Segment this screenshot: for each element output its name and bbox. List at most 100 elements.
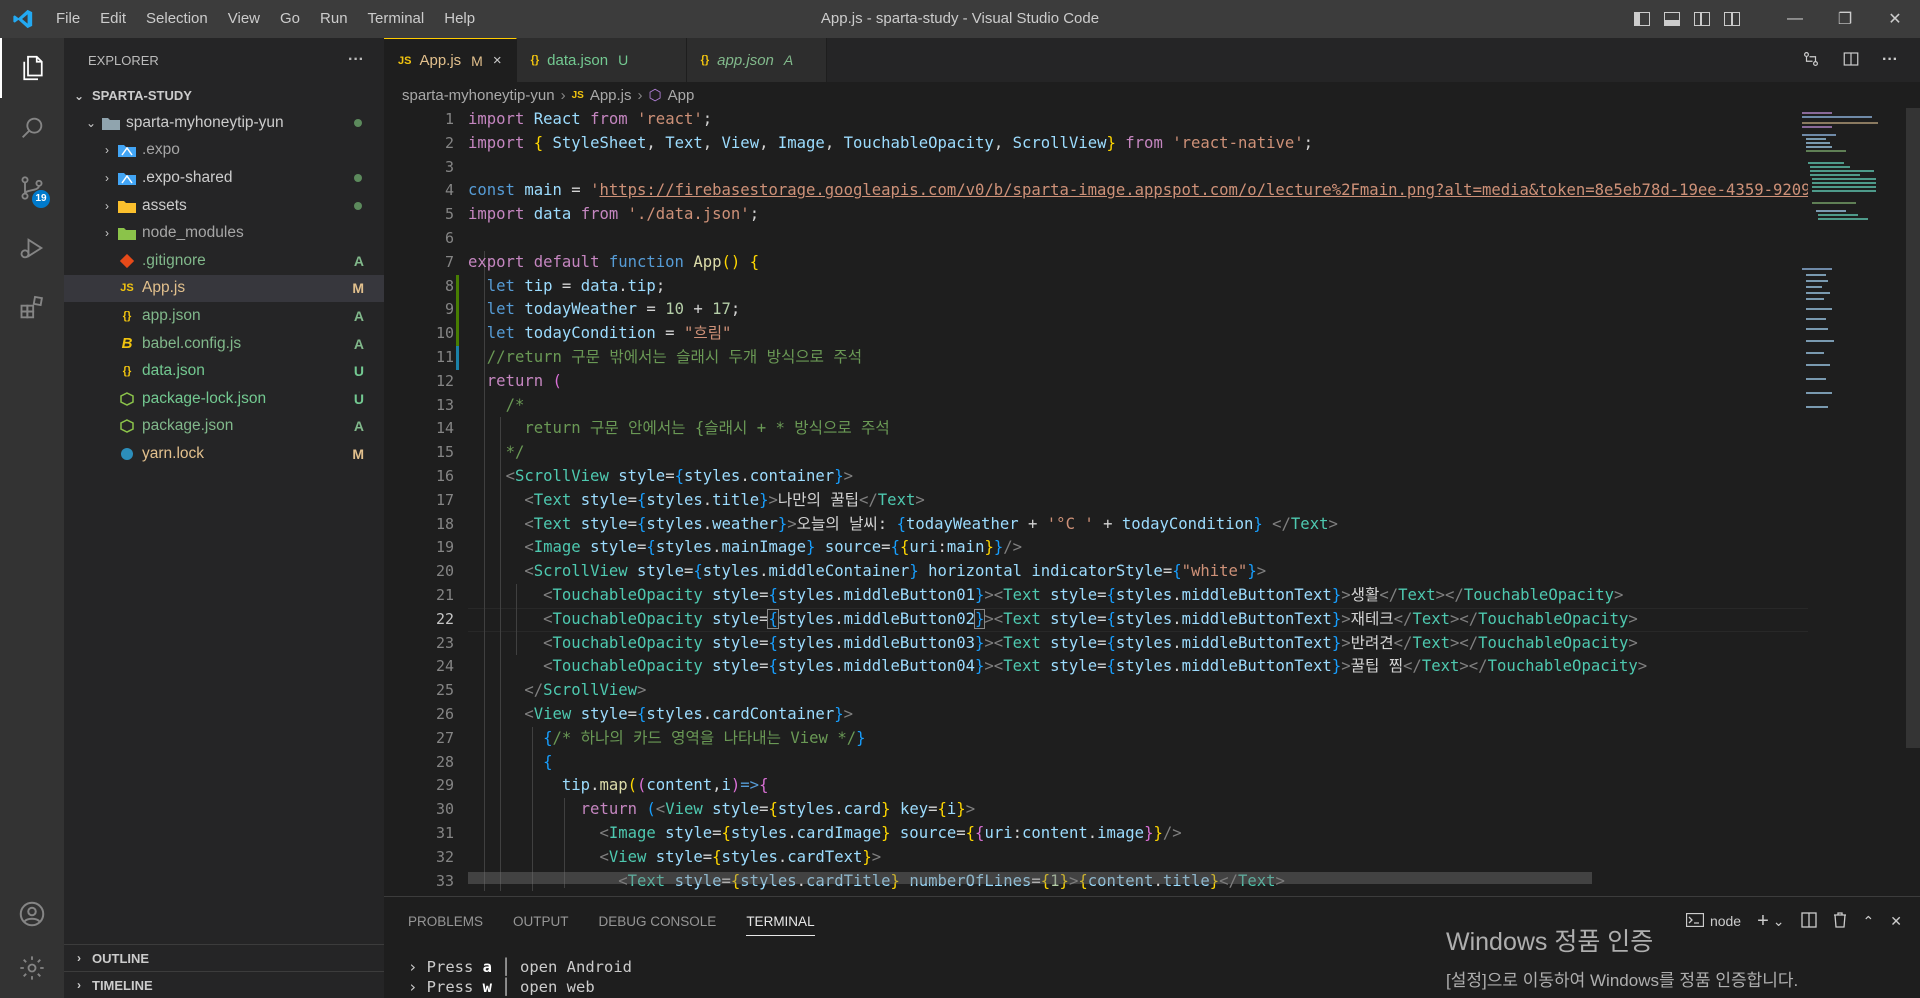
line-number: 28	[435, 752, 454, 771]
tree-item-selected[interactable]: JS App.js M	[64, 274, 384, 303]
code-line: <ScrollView style={styles.container}>	[505, 467, 853, 485]
toggle-panel-icon[interactable]	[1664, 12, 1680, 26]
tree-folder-root[interactable]: ⌄ sparta-myhoneytip-yun	[64, 109, 384, 137]
tree-item[interactable]: B babel.config.js A	[64, 330, 384, 358]
tree-item[interactable]: package.json A	[64, 413, 384, 441]
toggle-secondary-sidebar-icon[interactable]	[1694, 12, 1710, 26]
toggle-primary-sidebar-icon[interactable]	[1634, 12, 1650, 26]
code-line: let tip = data.tip;	[486, 276, 666, 295]
menu-selection[interactable]: Selection	[136, 0, 218, 38]
tree-item[interactable]: package-lock.json U	[64, 385, 384, 413]
vertical-scroll-thumb[interactable]	[1906, 108, 1920, 748]
code-content[interactable]: import React from 'react'; import { Styl…	[468, 108, 1808, 896]
line-number: 1	[444, 110, 454, 128]
folder-open-icon	[102, 114, 120, 132]
code-line: {/* 하나의 카드 영역을 나타내는 View */}	[543, 728, 866, 747]
code-line: <TouchableOpacity style={styles.middleBu…	[543, 608, 1638, 629]
tab-app-json[interactable]: {} app.json A	[686, 38, 827, 82]
source-control-icon[interactable]: 19	[0, 158, 64, 218]
tab-app-js[interactable]: JS App.js M ×	[384, 38, 517, 82]
code-line: */	[505, 443, 525, 462]
code-line: /*	[505, 395, 525, 414]
activity-bar: 19	[0, 38, 64, 998]
breadcrumb: sparta-myhoneytip-yun › JS App.js › ⬡ Ap…	[384, 82, 1920, 108]
terminal-line: › Press w │ open web	[408, 978, 595, 996]
tree-item[interactable]: › .expo-shared	[64, 164, 384, 192]
more-actions-icon[interactable]: ···	[1882, 51, 1898, 69]
tab-output[interactable]: OUTPUT	[513, 914, 569, 929]
json-file-icon: {}	[122, 309, 132, 322]
explorer-icon[interactable]	[0, 38, 64, 98]
breadcrumb-file[interactable]: App.js	[590, 87, 632, 104]
menu-go[interactable]: Go	[270, 0, 310, 38]
chevron-right-icon: ›	[105, 170, 109, 185]
accounts-icon[interactable]	[0, 884, 64, 944]
split-editor-icon[interactable]	[1842, 50, 1860, 71]
split-terminal-icon[interactable]	[1800, 911, 1817, 931]
tab-debug-console[interactable]: DEBUG CONSOLE	[599, 914, 717, 929]
search-icon[interactable]	[0, 98, 64, 158]
tab-data-json[interactable]: {} data.json U	[516, 38, 687, 82]
trash-icon[interactable]	[1833, 911, 1847, 931]
menu-file[interactable]: File	[46, 0, 90, 38]
menu-help[interactable]: Help	[434, 0, 485, 38]
tab-problems[interactable]: PROBLEMS	[408, 914, 483, 929]
tab-terminal[interactable]: TERMINAL	[746, 914, 815, 936]
horizontal-scrollbar[interactable]	[468, 872, 1592, 884]
code-line: <TouchableOpacity style={styles.middleBu…	[543, 633, 1638, 652]
chevron-down-icon: ⌄	[85, 115, 97, 130]
tree-item[interactable]: yarn.lock M	[64, 440, 384, 468]
tree-item[interactable]: {} app.json A	[64, 302, 384, 330]
explorer-more-icon[interactable]: ···	[348, 51, 364, 69]
workspace-header[interactable]: ⌄ SPARTA-STUDY	[64, 82, 384, 109]
menu-run[interactable]: Run	[310, 0, 358, 38]
line-number: 9	[444, 300, 454, 319]
close-panel-icon[interactable]: ✕	[1890, 913, 1902, 930]
menu-view[interactable]: View	[218, 0, 270, 38]
run-debug-icon[interactable]	[0, 218, 64, 278]
line-number: 18	[435, 514, 454, 533]
restore-button[interactable]: ❐	[1820, 0, 1870, 38]
menu-terminal[interactable]: Terminal	[358, 0, 435, 38]
breadcrumb-symbol[interactable]: App	[668, 87, 695, 104]
timeline-section[interactable]: › TIMELINE	[64, 971, 384, 998]
status-dot	[354, 173, 362, 182]
line-number: 19	[435, 538, 454, 557]
open-changes-icon[interactable]	[1802, 50, 1820, 71]
close-window-button[interactable]: ✕	[1870, 0, 1920, 38]
minimize-button[interactable]: —	[1770, 0, 1820, 38]
vscode-logo-icon	[0, 0, 46, 38]
chevron-right-icon: ›	[105, 198, 109, 213]
js-file-icon: JS	[398, 54, 412, 67]
yarn-file-icon	[118, 445, 136, 463]
tree-item[interactable]: › node_modules	[64, 219, 384, 247]
close-tab-icon[interactable]: ×	[493, 52, 502, 69]
menu-edit[interactable]: Edit	[90, 0, 136, 38]
customize-layout-icon[interactable]	[1724, 12, 1740, 26]
chevron-right-icon: ›	[105, 226, 109, 241]
outline-section[interactable]: › OUTLINE	[64, 944, 384, 971]
breadcrumb-folder[interactable]: sparta-myhoneytip-yun	[402, 87, 555, 104]
code-line: //return 구문 밖에서는 슬래시 두개 방식으로 주석	[486, 348, 863, 366]
terminal-output[interactable]: › Press a │ open Android › Press w │ open…	[408, 957, 632, 997]
tree-item[interactable]: .gitignore A	[64, 247, 384, 275]
code-editor[interactable]: 1 2 3 4 5 6 7 8 9 10 11 12 13 14 15 16 17 18 19 20 21 22 23 24 2…	[384, 108, 1920, 896]
babel-file-icon: B	[121, 335, 133, 353]
expo-folder-icon	[118, 141, 136, 159]
maximize-panel-icon[interactable]: ⌃	[1863, 913, 1875, 930]
vertical-scrollbar[interactable]	[1906, 108, 1920, 896]
minimap[interactable]	[1798, 108, 1878, 428]
line-number: 29	[435, 776, 454, 795]
code-line: let todayCondition = "흐림"	[486, 324, 732, 343]
status-dot	[354, 201, 362, 210]
tree-item[interactable]: {} data.json U	[64, 357, 384, 385]
extensions-icon[interactable]	[0, 278, 64, 338]
line-number: 26	[435, 705, 454, 723]
manage-gear-icon[interactable]	[0, 938, 64, 998]
editor-tabs: JS App.js M × {} data.json U {} app.json…	[384, 38, 1920, 82]
tree-item[interactable]: › assets	[64, 192, 384, 220]
tree-item[interactable]: › .expo	[64, 137, 384, 165]
json-file-icon: {}	[530, 54, 540, 66]
line-number: 15	[435, 443, 454, 462]
folder-icon	[118, 224, 136, 242]
